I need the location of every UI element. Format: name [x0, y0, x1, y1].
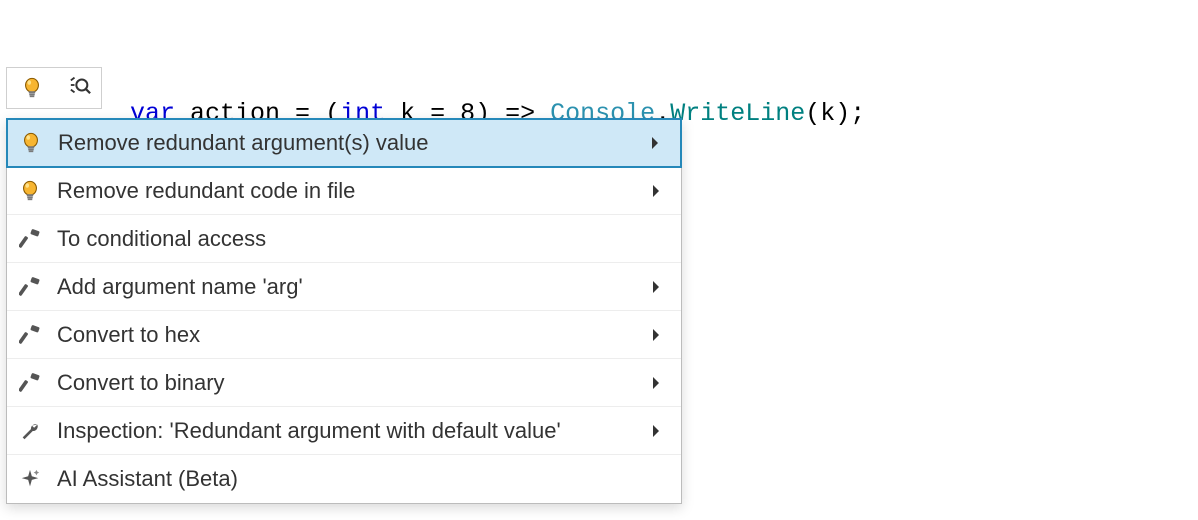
bulb-icon: [17, 77, 47, 99]
quick-fix-menu: Remove redundant argument(s) value Remove…: [6, 118, 682, 504]
sparkle-icon: [15, 468, 45, 490]
menu-item-4[interactable]: Convert to hex: [7, 311, 681, 359]
submenu-arrow-icon: [641, 184, 671, 198]
hammer-icon: [15, 324, 45, 346]
bulb-icon: [16, 132, 46, 154]
menu-item-5[interactable]: Convert to binary: [7, 359, 681, 407]
menu-item-0[interactable]: Remove redundant argument(s) value: [6, 118, 682, 168]
menu-item-label: Remove redundant code in file: [57, 178, 641, 204]
menu-item-label: Convert to binary: [57, 370, 641, 396]
wrench-icon: [15, 420, 45, 442]
menu-item-1[interactable]: Remove redundant code in file: [7, 167, 681, 215]
hammer-icon: [15, 276, 45, 298]
submenu-arrow-icon: [641, 424, 671, 438]
menu-item-6[interactable]: Inspection: 'Redundant argument with def…: [7, 407, 681, 455]
hammer-icon: [15, 372, 45, 394]
menu-item-2[interactable]: To conditional access: [7, 215, 681, 263]
submenu-arrow-icon: [640, 136, 670, 150]
submenu-arrow-icon: [641, 280, 671, 294]
hammer-icon: [15, 228, 45, 250]
menu-item-label: Inspection: 'Redundant argument with def…: [57, 418, 641, 444]
menu-item-label: AI Assistant (Beta): [57, 466, 641, 492]
menu-item-3[interactable]: Add argument name 'arg': [7, 263, 681, 311]
bulb-icon: [15, 180, 45, 202]
menu-item-7[interactable]: AI Assistant (Beta): [7, 455, 681, 503]
submenu-arrow-icon: [641, 328, 671, 342]
menu-item-label: Convert to hex: [57, 322, 641, 348]
search-icon: [69, 74, 91, 102]
menu-item-label: Add argument name 'arg': [57, 274, 641, 300]
menu-item-label: Remove redundant argument(s) value: [58, 130, 640, 156]
quick-fix-button[interactable]: [6, 67, 102, 109]
menu-item-label: To conditional access: [57, 226, 641, 252]
method-writeline: WriteLine: [670, 99, 805, 128]
submenu-arrow-icon: [641, 376, 671, 390]
